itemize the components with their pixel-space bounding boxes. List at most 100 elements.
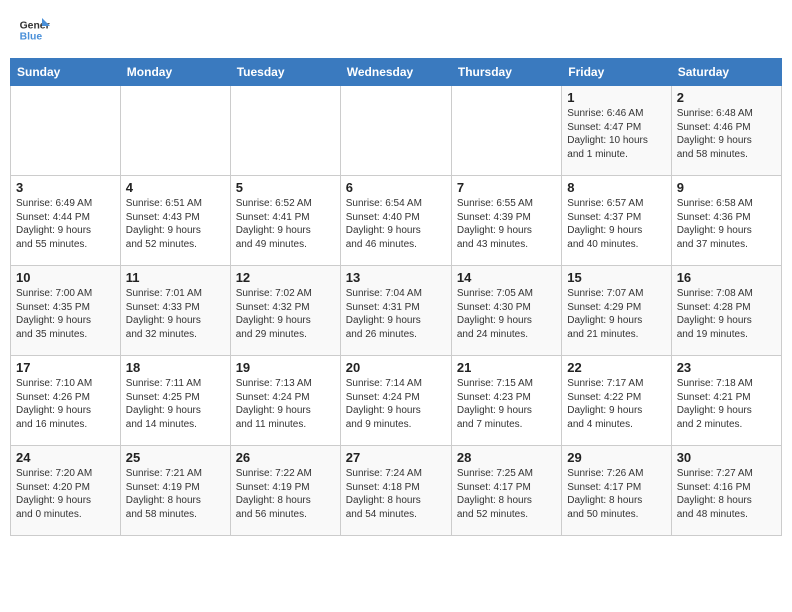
logo-icon: General Blue [18, 14, 50, 46]
day-info: Sunrise: 7:15 AM Sunset: 4:23 PM Dayligh… [457, 377, 556, 431]
day-number: 27 [346, 450, 446, 465]
calendar-cell: 21 Sunrise: 7:15 AM Sunset: 4:23 PM Dayli… [451, 356, 561, 446]
calendar-cell: 17 Sunrise: 7:10 AM Sunset: 4:26 PM Dayli… [11, 356, 121, 446]
day-info: Sunrise: 7:25 AM Sunset: 4:17 PM Dayligh… [457, 467, 556, 521]
weekday-header-monday: Monday [120, 59, 230, 86]
calendar-table: SundayMondayTuesdayWednesdayThursdayFrid… [10, 58, 782, 536]
day-number: 29 [567, 450, 665, 465]
day-number: 8 [567, 180, 665, 195]
day-info: Sunrise: 6:57 AM Sunset: 4:37 PM Dayligh… [567, 197, 665, 251]
calendar-cell [340, 86, 451, 176]
calendar-cell: 23 Sunrise: 7:18 AM Sunset: 4:21 PM Dayli… [671, 356, 781, 446]
day-number: 22 [567, 360, 665, 375]
day-number: 16 [677, 270, 776, 285]
calendar-cell: 27 Sunrise: 7:24 AM Sunset: 4:18 PM Dayli… [340, 446, 451, 536]
day-number: 19 [236, 360, 335, 375]
day-info: Sunrise: 7:02 AM Sunset: 4:32 PM Dayligh… [236, 287, 335, 341]
calendar-cell: 8 Sunrise: 6:57 AM Sunset: 4:37 PM Daylig… [562, 176, 671, 266]
logo: General Blue [18, 14, 50, 46]
day-info: Sunrise: 7:24 AM Sunset: 4:18 PM Dayligh… [346, 467, 446, 521]
page-header: General Blue [10, 10, 782, 50]
day-number: 1 [567, 90, 665, 105]
day-number: 21 [457, 360, 556, 375]
day-info: Sunrise: 6:51 AM Sunset: 4:43 PM Dayligh… [126, 197, 225, 251]
calendar-cell: 25Sunrise: 7:21 AM Sunset: 4:19 PM Dayli… [120, 446, 230, 536]
day-info: Sunrise: 7:00 AM Sunset: 4:35 PM Dayligh… [16, 287, 115, 341]
day-number: 28 [457, 450, 556, 465]
day-info: Sunrise: 7:14 AM Sunset: 4:24 PM Dayligh… [346, 377, 446, 431]
calendar-cell [11, 86, 121, 176]
day-info: Sunrise: 6:48 AM Sunset: 4:46 PM Dayligh… [677, 107, 776, 161]
calendar-cell: 20 Sunrise: 7:14 AM Sunset: 4:24 PM Dayli… [340, 356, 451, 446]
day-number: 4 [126, 180, 225, 195]
calendar-cell: 15Sunrise: 7:07 AM Sunset: 4:29 PM Dayli… [562, 266, 671, 356]
calendar-cell: 26Sunrise: 7:22 AM Sunset: 4:19 PM Dayli… [230, 446, 340, 536]
calendar-cell: 16 Sunrise: 7:08 AM Sunset: 4:28 PM Dayli… [671, 266, 781, 356]
day-number: 3 [16, 180, 115, 195]
calendar-cell: 24 Sunrise: 7:20 AM Sunset: 4:20 PM Dayli… [11, 446, 121, 536]
calendar-cell: 14 Sunrise: 7:05 AM Sunset: 4:30 PM Dayli… [451, 266, 561, 356]
calendar-cell: 1 Sunrise: 6:46 AM Sunset: 4:47 PM Daylig… [562, 86, 671, 176]
weekday-header-friday: Friday [562, 59, 671, 86]
svg-text:Blue: Blue [20, 32, 43, 43]
day-number: 18 [126, 360, 225, 375]
day-info: Sunrise: 7:08 AM Sunset: 4:28 PM Dayligh… [677, 287, 776, 341]
day-number: 20 [346, 360, 446, 375]
calendar-cell: 30 Sunrise: 7:27 AM Sunset: 4:16 PM Dayli… [671, 446, 781, 536]
day-number: 6 [346, 180, 446, 195]
day-number: 10 [16, 270, 115, 285]
day-number: 12 [236, 270, 335, 285]
calendar-cell: 10 Sunrise: 7:00 AM Sunset: 4:35 PM Dayli… [11, 266, 121, 356]
calendar-cell [230, 86, 340, 176]
day-info: Sunrise: 6:52 AM Sunset: 4:41 PM Dayligh… [236, 197, 335, 251]
calendar-cell: 9 Sunrise: 6:58 AM Sunset: 4:36 PM Daylig… [671, 176, 781, 266]
day-number: 5 [236, 180, 335, 195]
day-info: Sunrise: 7:27 AM Sunset: 4:16 PM Dayligh… [677, 467, 776, 521]
calendar-body: 1 Sunrise: 6:46 AM Sunset: 4:47 PM Daylig… [11, 86, 782, 536]
day-number: 23 [677, 360, 776, 375]
calendar-cell: 29 Sunrise: 7:26 AM Sunset: 4:17 PM Dayli… [562, 446, 671, 536]
day-info: Sunrise: 7:20 AM Sunset: 4:20 PM Dayligh… [16, 467, 115, 521]
day-number: 13 [346, 270, 446, 285]
day-number: 17 [16, 360, 115, 375]
day-number: 26 [236, 450, 335, 465]
day-info: Sunrise: 7:10 AM Sunset: 4:26 PM Dayligh… [16, 377, 115, 431]
day-info: Sunrise: 6:58 AM Sunset: 4:36 PM Dayligh… [677, 197, 776, 251]
day-info: Sunrise: 7:18 AM Sunset: 4:21 PM Dayligh… [677, 377, 776, 431]
calendar-cell: 12 Sunrise: 7:02 AM Sunset: 4:32 PM Dayli… [230, 266, 340, 356]
calendar-header: SundayMondayTuesdayWednesdayThursdayFrid… [11, 59, 782, 86]
day-number: 7 [457, 180, 556, 195]
day-info: Sunrise: 6:55 AM Sunset: 4:39 PM Dayligh… [457, 197, 556, 251]
day-number: 24 [16, 450, 115, 465]
weekday-header-tuesday: Tuesday [230, 59, 340, 86]
calendar-cell: 5 Sunrise: 6:52 AM Sunset: 4:41 PM Daylig… [230, 176, 340, 266]
calendar-cell: 11 Sunrise: 7:01 AM Sunset: 4:33 PM Dayli… [120, 266, 230, 356]
calendar-cell: 18 Sunrise: 7:11 AM Sunset: 4:25 PM Dayli… [120, 356, 230, 446]
calendar-cell: 4 Sunrise: 6:51 AM Sunset: 4:43 PM Daylig… [120, 176, 230, 266]
calendar-cell: 7 Sunrise: 6:55 AM Sunset: 4:39 PM Daylig… [451, 176, 561, 266]
day-number: 2 [677, 90, 776, 105]
day-info: Sunrise: 7:11 AM Sunset: 4:25 PM Dayligh… [126, 377, 225, 431]
day-info: Sunrise: 7:26 AM Sunset: 4:17 PM Dayligh… [567, 467, 665, 521]
day-number: 9 [677, 180, 776, 195]
calendar-cell: 19 Sunrise: 7:13 AM Sunset: 4:24 PM Dayli… [230, 356, 340, 446]
calendar-cell: 2 Sunrise: 6:48 AM Sunset: 4:46 PM Daylig… [671, 86, 781, 176]
day-info: Sunrise: 7:13 AM Sunset: 4:24 PM Dayligh… [236, 377, 335, 431]
day-info: Sunrise: 6:54 AM Sunset: 4:40 PM Dayligh… [346, 197, 446, 251]
weekday-header-saturday: Saturday [671, 59, 781, 86]
day-number: 25 [126, 450, 225, 465]
calendar-cell: 28 Sunrise: 7:25 AM Sunset: 4:17 PM Dayli… [451, 446, 561, 536]
day-info: Sunrise: 6:46 AM Sunset: 4:47 PM Dayligh… [567, 107, 665, 161]
day-info: Sunrise: 7:05 AM Sunset: 4:30 PM Dayligh… [457, 287, 556, 341]
calendar-cell: 6 Sunrise: 6:54 AM Sunset: 4:40 PM Daylig… [340, 176, 451, 266]
day-number: 14 [457, 270, 556, 285]
day-info: Sunrise: 6:49 AM Sunset: 4:44 PM Dayligh… [16, 197, 115, 251]
day-info: Sunrise: 7:07 AM Sunset: 4:29 PM Dayligh… [567, 287, 665, 341]
calendar-cell [451, 86, 561, 176]
day-number: 11 [126, 270, 225, 285]
weekday-header-sunday: Sunday [11, 59, 121, 86]
day-number: 30 [677, 450, 776, 465]
day-info: Sunrise: 7:17 AM Sunset: 4:22 PM Dayligh… [567, 377, 665, 431]
day-info: Sunrise: 7:01 AM Sunset: 4:33 PM Dayligh… [126, 287, 225, 341]
day-info: Sunrise: 7:04 AM Sunset: 4:31 PM Dayligh… [346, 287, 446, 341]
